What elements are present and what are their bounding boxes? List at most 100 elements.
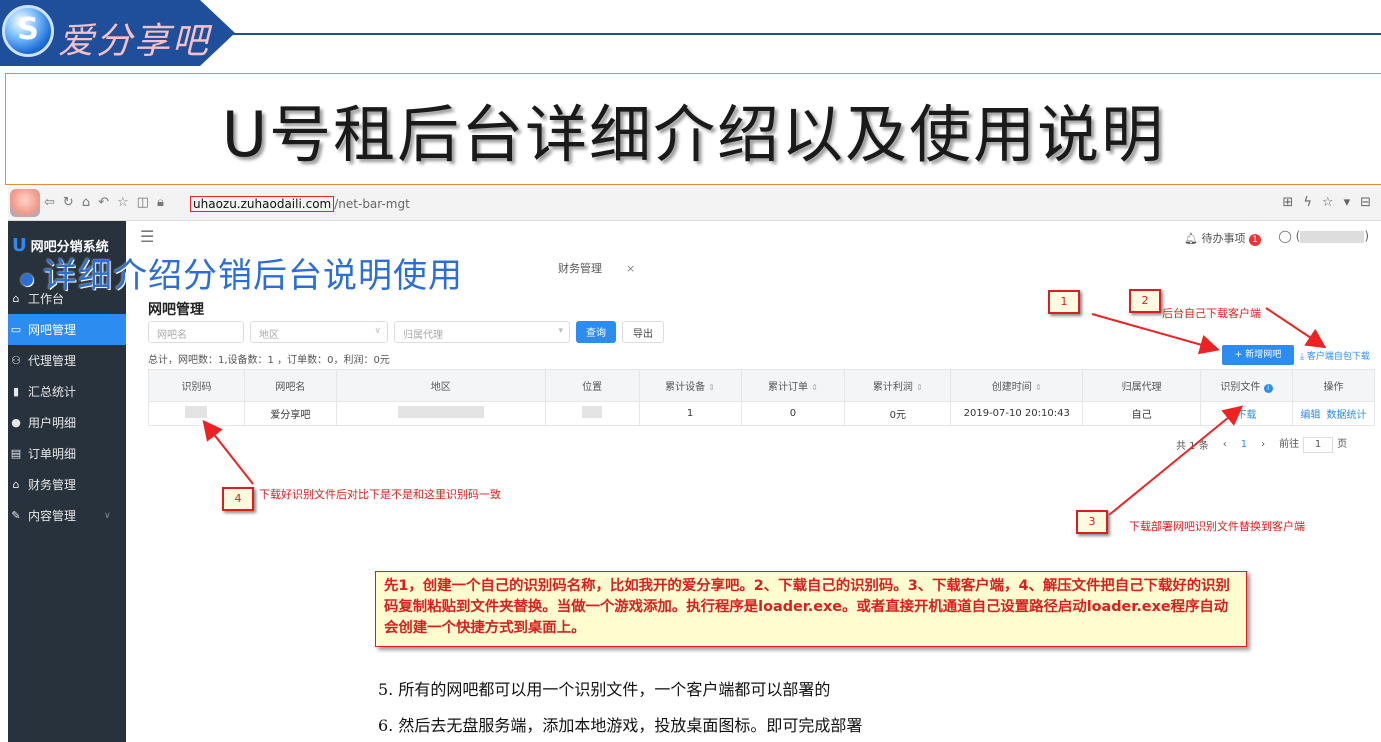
close-icon[interactable]: × xyxy=(626,262,635,275)
col-agent: 归属代理 xyxy=(1082,369,1202,402)
col-devices[interactable]: 累计设备 ⇕ xyxy=(638,369,742,402)
page-input[interactable]: 1 xyxy=(1303,437,1334,453)
client-download-label: 客户端自包下载 xyxy=(1306,352,1370,362)
col-actions: 操作 xyxy=(1291,369,1376,402)
file-download-link[interactable]: 下载 xyxy=(1237,410,1257,421)
topbar: ☰ 🔔︎ 待办事项 1 ◯ () xyxy=(126,221,1381,251)
star-icon[interactable]: ☆ xyxy=(117,195,129,210)
url-host: uhaozu.zuhaodaili.com xyxy=(190,196,335,212)
sort-icon: ⇕ xyxy=(811,383,818,392)
overlay-heading: ● 详细介绍分销后台说明使用 xyxy=(20,248,463,297)
main-content: ☰ 🔔︎ 待办事项 1 ◯ () 财务管理 × 网吧管理 网吧名 地区 ∨ 归属代理… xyxy=(126,221,1381,742)
sort-icon: ⇕ xyxy=(1034,383,1042,392)
pager-goto: 前往 1 页 xyxy=(1279,435,1347,453)
history-icon[interactable]: ↶ xyxy=(98,195,109,210)
table-header-row: 识别码 网吧名 地区 位置 累计设备 ⇕ 累计订单 ⇕ 累计利润 ⇕ 创建时间 … xyxy=(148,369,1376,402)
filter-bar: 网吧名 地区 ∨ 归属代理 ▾ 查询 导出 xyxy=(148,321,664,343)
home-icon: ⌂ xyxy=(12,478,20,491)
edit-link[interactable]: 编辑 xyxy=(1300,410,1320,421)
annotation-note-4: 下载好识别文件后对比下是不是和这里识别码一致 xyxy=(259,488,501,501)
address-bar[interactable]: uhaozu.zuhaodaili.com/net-bar-mgt xyxy=(190,196,410,212)
annotation-badge-4: 4 xyxy=(222,487,254,511)
annotation-note-3: 下载部署网吧识别文件替换到客户端 xyxy=(1129,520,1305,533)
browser-avatar[interactable] xyxy=(10,189,40,217)
menu-toggle-icon[interactable]: ☰ xyxy=(140,227,154,246)
col-code: 识别码 xyxy=(148,369,245,402)
back-icon[interactable]: ⇦ xyxy=(44,195,55,210)
tab-finance[interactable]: 财务管理 × xyxy=(558,260,635,276)
user-name-masked xyxy=(1300,230,1365,243)
banner-divider xyxy=(230,33,1381,35)
col-orders[interactable]: 累计订单 ⇕ xyxy=(740,369,846,402)
location-masked xyxy=(582,406,603,418)
page-title: 网吧管理 xyxy=(148,302,204,318)
sidebar-item-netbar[interactable]: ▭ 网吧管理 xyxy=(8,314,126,345)
dropdown-icon[interactable]: ▾ xyxy=(1344,195,1351,210)
netbar-name-input[interactable]: 网吧名 xyxy=(148,321,244,343)
chevron-down-icon: ∨ xyxy=(374,326,381,336)
search-button[interactable]: 查询 xyxy=(576,321,616,343)
slide-title-box: U号租后台详细介绍以及使用说明 xyxy=(5,73,1381,185)
pencil-icon: ✎ xyxy=(11,509,21,522)
apps-icon[interactable]: ⊟ xyxy=(1360,195,1371,210)
tab-label: 财务管理 xyxy=(558,262,602,275)
goto-label: 前往 xyxy=(1279,439,1300,450)
refresh-icon[interactable]: ↻ xyxy=(63,195,74,210)
sidebar-item-stats[interactable]: ▮ 汇总统计 xyxy=(8,376,126,407)
export-button[interactable]: 导出 xyxy=(622,321,664,343)
agent-select[interactable]: 归属代理 ▾ xyxy=(394,321,570,343)
region-masked xyxy=(397,406,484,418)
user-icon: ◯ xyxy=(1278,229,1292,243)
grid-icon[interactable]: ⊞ xyxy=(1282,195,1293,210)
list-icon: ▤ xyxy=(10,447,22,460)
sidebar-item-finance[interactable]: ⌂ 财务管理 xyxy=(8,469,126,500)
sidebar-item-users[interactable]: ● 用户明细 xyxy=(8,407,126,438)
shield-icon: ◫ xyxy=(136,195,149,210)
bell-icon: 🔔︎ xyxy=(1184,232,1198,245)
cell-region xyxy=(335,401,546,426)
sidebar-item-content[interactable]: ✎ 内容管理 ∨ xyxy=(8,500,126,531)
cell-actions: 编辑 数据统计 xyxy=(1291,401,1376,426)
prev-page-icon[interactable]: ‹ xyxy=(1223,439,1227,450)
cell-agent: 自己 xyxy=(1082,401,1202,426)
pager-total: 共 1 条 xyxy=(1176,440,1209,452)
sidebar-item-label: 汇总统计 xyxy=(28,385,77,399)
sidebar-item-agents[interactable]: ⚇ 代理管理 xyxy=(8,345,126,376)
sidebar-item-orders[interactable]: ▤ 订单明细 xyxy=(8,438,126,469)
table-row: 爱分享吧 1 0 0元 2019-07-10 20:10:43 自己 下载 编辑… xyxy=(148,401,1376,426)
user-menu[interactable]: ◯ () xyxy=(1278,229,1369,243)
todo-link[interactable]: 🔔︎ 待办事项 1 xyxy=(1184,230,1261,246)
step-6-text: 6. 然后去无盘服务端，添加本地游戏，投放桌面图标。即可完成部署 xyxy=(378,716,863,735)
download-icon: ⤓ xyxy=(1300,352,1304,362)
bookmark-star-icon[interactable]: ☆ xyxy=(1322,195,1334,210)
sidebar-item-label: 订单明细 xyxy=(28,447,77,461)
sort-icon: ⇕ xyxy=(916,383,923,392)
col-region: 地区 xyxy=(335,369,546,402)
netbar-table: 识别码 网吧名 地区 位置 累计设备 ⇕ 累计订单 ⇕ 累计利润 ⇕ 创建时间 … xyxy=(148,369,1376,426)
client-download-link[interactable]: ⤓ 客户端自包下载 xyxy=(1300,349,1370,362)
cell-location xyxy=(544,401,640,426)
next-page-icon[interactable]: › xyxy=(1261,439,1265,450)
caret-down-icon: ▾ xyxy=(558,326,563,336)
home-icon[interactable]: ⌂ xyxy=(82,195,90,210)
sidebar-item-label: 财务管理 xyxy=(28,478,77,492)
browser-nav: ⇦ ↻ ⌂ ↶ ☆ ◫ 🔒︎ xyxy=(44,195,164,210)
summary-text: 总计，网吧数：1,设备数：1 ，订单数：0，利润：0元 xyxy=(148,355,390,366)
stats-link[interactable]: 数据统计 xyxy=(1326,410,1366,421)
logo-icon: S xyxy=(2,5,54,57)
col-location: 位置 xyxy=(544,369,640,402)
col-created[interactable]: 创建时间 ⇕ xyxy=(950,369,1084,402)
col-file: 识别文件 i xyxy=(1200,369,1293,402)
add-netbar-button[interactable]: + 新增网吧 xyxy=(1222,345,1294,365)
bar-chart-icon: ▮ xyxy=(12,385,20,398)
annotation-badge-1: 1 xyxy=(1048,290,1080,314)
col-profit[interactable]: 累计利润 ⇕ xyxy=(844,369,952,402)
todo-label: 待办事项 xyxy=(1201,232,1246,245)
url-path: /net-bar-mgt xyxy=(334,197,410,211)
region-select[interactable]: 地区 ∨ xyxy=(250,321,388,343)
pager-current[interactable]: 1 xyxy=(1241,439,1247,450)
lightning-icon[interactable]: ϟ xyxy=(1303,195,1312,210)
col-name: 网吧名 xyxy=(243,369,337,402)
annotation-badge-2: 2 xyxy=(1129,289,1161,313)
monitor-icon: ▭ xyxy=(10,323,22,336)
